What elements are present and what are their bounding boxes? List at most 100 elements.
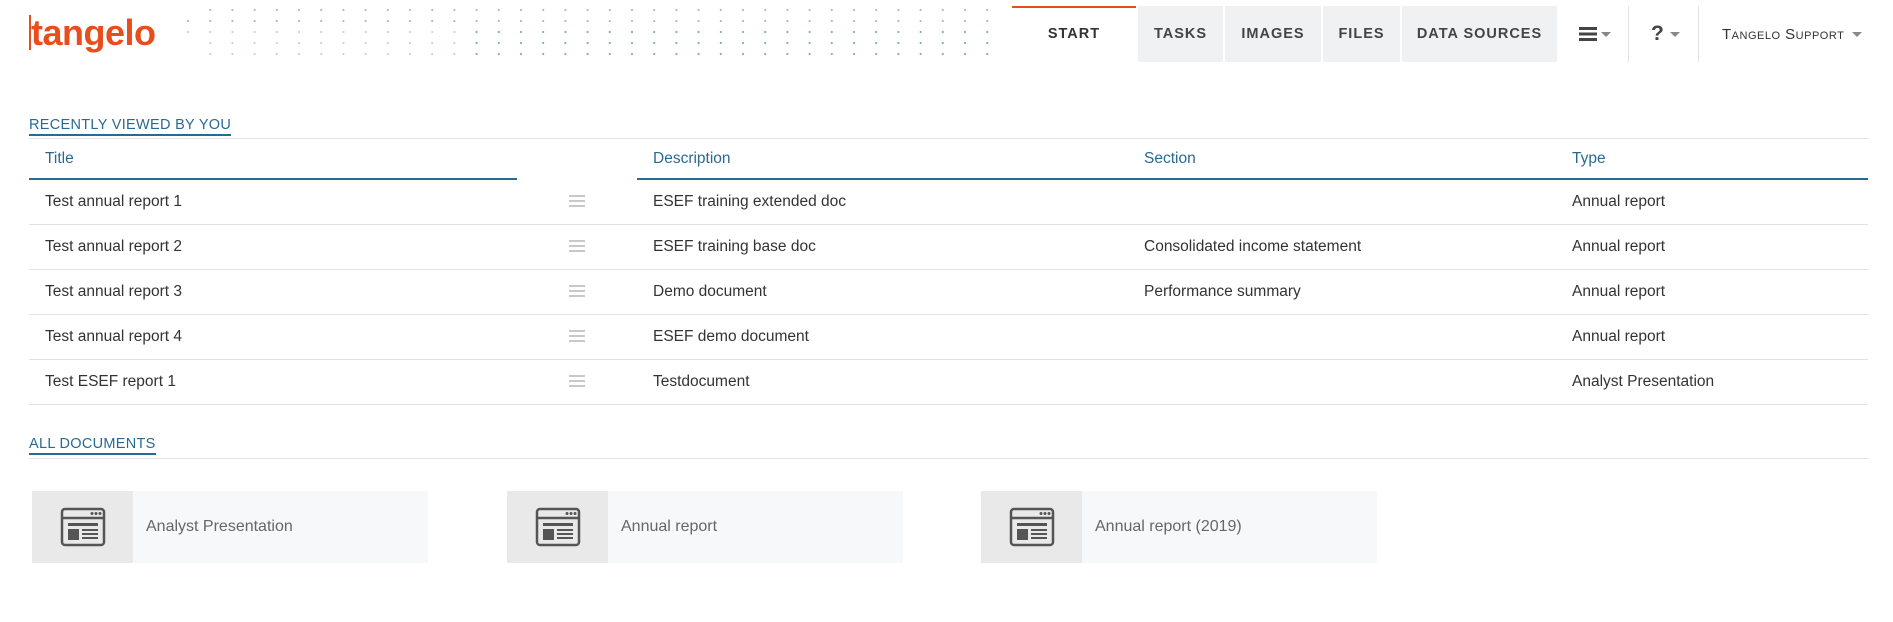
decorative-dot [852,52,856,56]
column-header-type[interactable]: Type [1556,139,1868,180]
decorative-dot [586,8,589,12]
tab-tasks[interactable]: TASKS [1138,6,1223,62]
user-menu-dropdown[interactable]: Tangelo Support [1722,6,1863,62]
decorative-dot [808,30,811,34]
decorative-dot [808,19,811,23]
decorative-dot [253,52,256,56]
decorative-dot [897,52,900,56]
decorative-dot [653,52,656,56]
drag-handle-cell[interactable] [517,359,637,405]
decorative-dot [275,52,278,56]
decorative-dot [342,8,345,12]
decorative-dot [231,30,234,34]
decorative-dot [453,8,456,12]
decorative-dot [608,41,611,45]
decorative-dot [275,8,278,12]
decorative-dot [764,52,767,56]
decorative-dot [608,19,611,23]
decorative-dot [519,8,523,12]
table-row[interactable]: Test annual report 4 ESEF demo document An… [29,314,1868,360]
decorative-dot [297,52,301,56]
decorative-dot [364,19,367,23]
tab-files[interactable]: FILES [1323,6,1400,62]
decorative-dot [475,41,478,45]
decorative-dot [653,8,656,12]
decorative-dot [963,30,967,34]
decorative-dot [830,52,833,56]
decorative-dot [542,41,545,45]
decorative-dot [897,19,900,23]
column-header-title[interactable]: Title [29,139,517,180]
decorative-dot [453,30,456,34]
table-row[interactable]: Test annual report 2 ESEF training base d… [29,224,1868,270]
help-dropdown[interactable]: ? [1651,6,1680,62]
decorative-dot [986,41,989,45]
table-header-row: Title Description Section Type [29,139,1868,180]
decorative-dot [564,19,567,23]
decorative-dot [564,30,567,34]
decorative-dot [697,30,700,34]
document-card-analyst-presentation[interactable]: Analyst Presentation [32,491,428,563]
decorative-dot [875,8,878,12]
drag-handle-cell[interactable] [517,269,637,315]
decorative-dot [497,52,500,56]
tab-start[interactable]: START [1012,6,1136,62]
decorative-dot [852,8,856,12]
decorative-dot [586,19,589,23]
column-header-description[interactable]: Description [637,139,1128,180]
decorative-dot [630,30,634,34]
decorative-dot [786,52,789,56]
chevron-down-icon [1852,31,1863,37]
drag-handle-cell[interactable] [517,314,637,360]
decorative-dot [320,52,323,56]
decorative-dot [386,30,389,34]
document-card-annual-report-2019[interactable]: Annual report (2019) [981,491,1377,563]
decorative-dot [630,41,634,45]
table-row[interactable]: Test ESEF report 1 Testdocument Analyst Pr… [29,359,1868,405]
card-label: Analyst Presentation [146,518,293,535]
decorative-dot [475,30,478,34]
decorative-dot [675,8,678,12]
decorative-dot [786,8,789,12]
cell-section [1128,314,1556,360]
decorative-dot [386,52,389,56]
decorative-dot [919,30,922,34]
decorative-dot [586,30,589,34]
table-row[interactable]: Test annual report 3 Demo document Perform… [29,269,1868,315]
decorative-dot [386,8,389,12]
cell-title: Test annual report 1 [29,179,517,225]
main-menu-dropdown[interactable] [1579,6,1611,62]
cell-title: Test ESEF report 1 [29,359,517,405]
decorative-dot [919,19,922,23]
all-documents-heading: ALL DOCUMENTS [29,436,156,455]
decorative-dot [653,19,656,23]
decorative-dot [364,52,367,56]
decorative-dot [586,41,589,45]
recently-viewed-heading: RECENTLY VIEWED BY YOU [29,117,232,136]
document-layout-icon [535,507,580,547]
drag-handle-cell[interactable] [517,179,637,225]
decorative-dot [608,8,611,12]
cell-description: Testdocument [637,359,1128,405]
cell-description: ESEF training base doc [637,224,1128,270]
decorative-dot [297,19,301,23]
tangelo-logo[interactable]: tangelo [31,8,156,58]
cell-section [1128,359,1556,405]
decorative-dot [852,19,856,23]
decorative-dot [630,52,634,56]
decorative-dot [919,41,922,45]
card-label: Annual report (2019) [1095,518,1242,535]
decorative-dot [963,52,967,56]
tab-images[interactable]: IMAGES [1225,6,1321,62]
decorative-dot [564,52,567,56]
decorative-dot [875,19,878,23]
cell-title: Test annual report 3 [29,269,517,315]
chevron-down-icon [1601,31,1611,37]
drag-handle-cell[interactable] [517,224,637,270]
column-header-section[interactable]: Section [1128,139,1556,180]
tab-data-sources[interactable]: DATA SOURCES [1402,6,1557,62]
table-row[interactable]: Test annual report 1 ESEF training extend… [29,179,1868,225]
decorative-dot [231,41,234,45]
document-card-annual-report[interactable]: Annual report [507,491,903,563]
decorative-dot [741,41,745,45]
